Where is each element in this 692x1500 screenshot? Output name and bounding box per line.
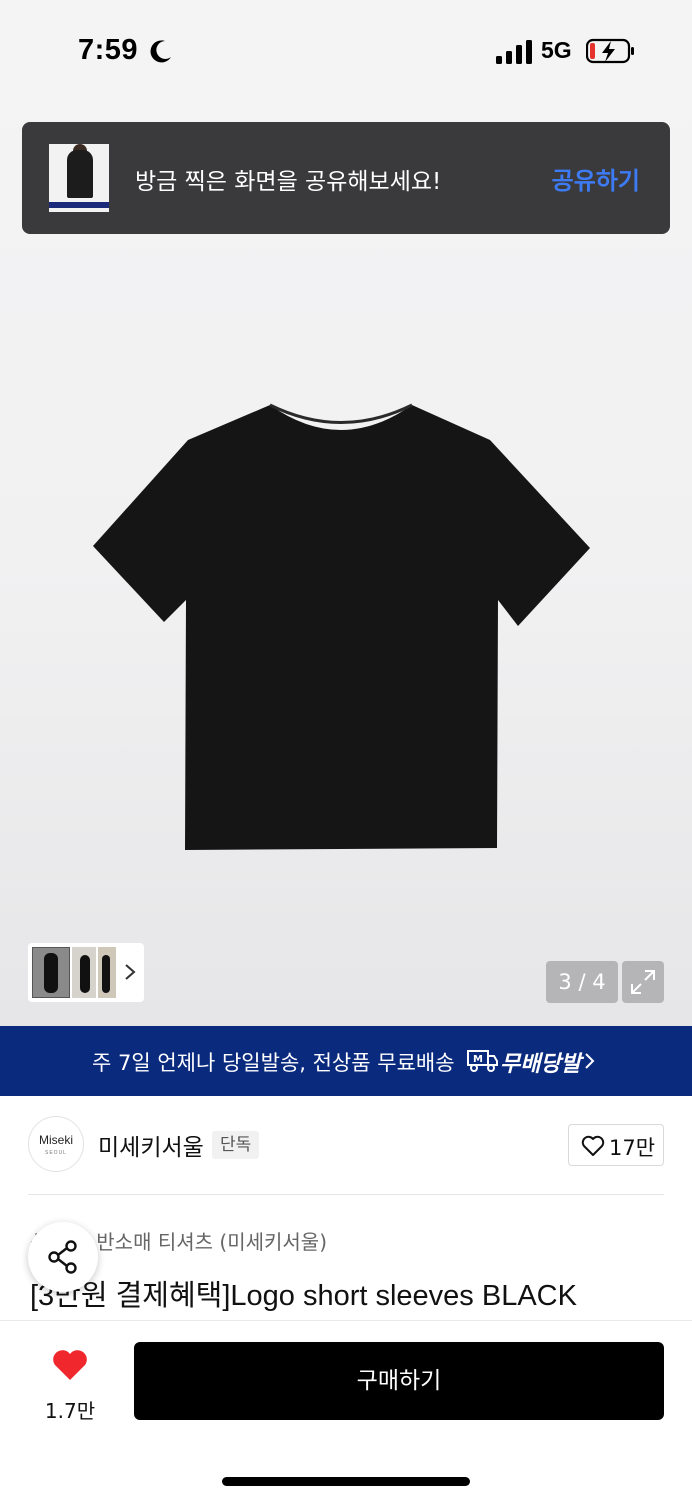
- divider: [28, 1194, 664, 1195]
- share-toast-message: 방금 찍은 화면을 공유해보세요!: [135, 169, 442, 195]
- like-button[interactable]: 1.7만: [30, 1341, 110, 1423]
- share-button[interactable]: 공유하기: [552, 161, 640, 196]
- promo-text: 주 7일 언제나 당일발송, 전상품 무료배송: [92, 1051, 455, 1075]
- chevron-right-icon: [585, 1053, 595, 1069]
- product-image[interactable]: [90, 400, 592, 856]
- status-time: 7:59: [78, 34, 139, 66]
- screenshot-thumbnail[interactable]: [49, 144, 109, 212]
- page-counter: 3 / 4: [546, 961, 618, 1003]
- exclusive-badge: 단독: [212, 1131, 260, 1159]
- heart-outline-icon: [581, 1135, 605, 1156]
- delivery-truck-icon: M: [467, 1050, 498, 1072]
- product-title: [3만원 결제혜택]Logo short sleeves BLACK: [30, 1280, 577, 1312]
- promo-banner[interactable]: 주 7일 언제나 당일발송, 전상품 무료배송 M 무배당발: [0, 1026, 692, 1096]
- promo-brand: 무배당발: [500, 1052, 581, 1077]
- store-name[interactable]: 미세키서울: [98, 1128, 204, 1162]
- expand-button[interactable]: [622, 961, 664, 1003]
- share-fab-button[interactable]: [28, 1222, 98, 1292]
- heart-filled-icon: [53, 1350, 87, 1380]
- store-row[interactable]: Miseki SEOUL 미세키서울 단독 17만: [0, 1096, 692, 1196]
- buy-button[interactable]: 구매하기: [134, 1342, 664, 1420]
- svg-text:M: M: [473, 1054, 483, 1065]
- expand-icon: [631, 970, 655, 994]
- signal-icon: [496, 40, 532, 64]
- share-toast: 방금 찍은 화면을 공유해보세요! 공유하기: [22, 122, 670, 234]
- thumbnail-strip[interactable]: [28, 943, 144, 1002]
- store-like-button[interactable]: 17만: [568, 1124, 664, 1166]
- store-like-count: 17만: [609, 1136, 656, 1160]
- home-indicator: [222, 1477, 470, 1486]
- like-count: 1.7만: [44, 1399, 96, 1423]
- moon-icon: [150, 40, 171, 63]
- network-label: 5G: [541, 37, 572, 63]
- store-logo[interactable]: Miseki SEOUL: [28, 1116, 84, 1172]
- share-icon: [48, 1240, 77, 1274]
- chevron-right-icon: [125, 964, 136, 980]
- battery-charging-icon: [586, 38, 634, 64]
- bottom-action-bar: 1.7만 구매하기: [0, 1320, 692, 1500]
- status-bar: 7:59 5G: [0, 0, 692, 100]
